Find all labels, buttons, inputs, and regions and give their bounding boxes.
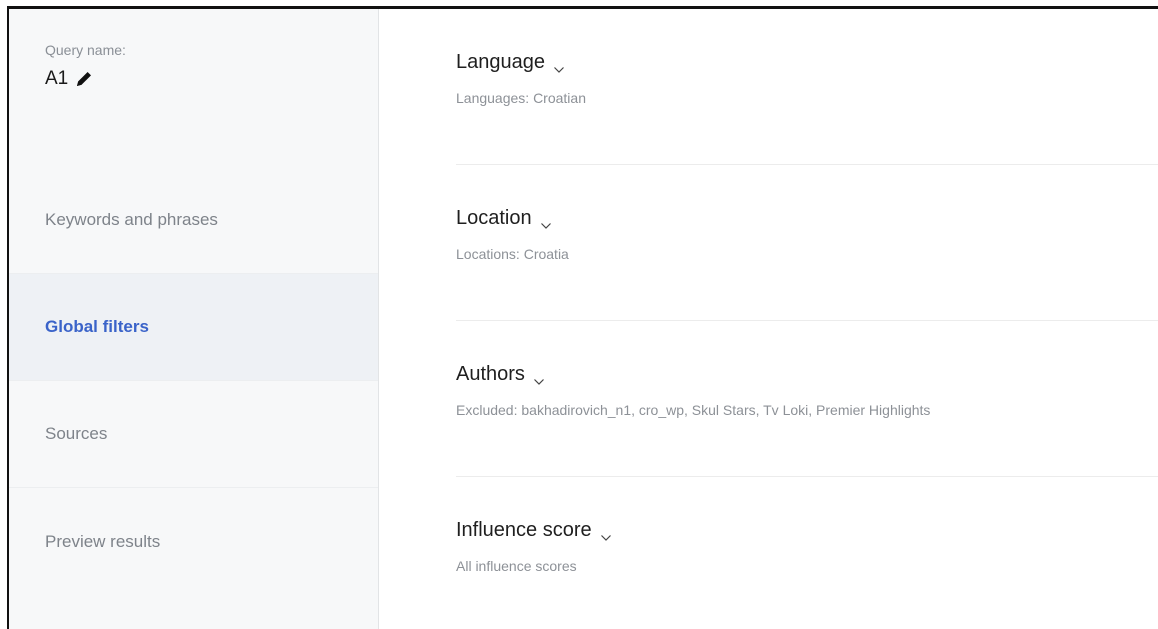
filter-title: Influence score: [456, 519, 592, 541]
sidebar-item-label: Sources: [45, 424, 108, 443]
filters-panel: Language Languages: Croatian Location Lo…: [379, 9, 1158, 629]
sidebar-item-label: Preview results: [45, 531, 161, 551]
sidebar-item-preview-results[interactable]: Preview results: [9, 488, 378, 595]
sidebar-item-sources[interactable]: Sources: [9, 381, 378, 488]
filter-title: Location: [456, 207, 532, 229]
filter-summary: Languages: Croatian: [456, 90, 586, 106]
filter-header-language[interactable]: Language: [456, 51, 1158, 74]
sidebar: Query name: A1 Keywords and phrases Glob…: [9, 9, 379, 629]
sidebar-item-label: Keywords and phrases: [45, 210, 218, 229]
query-name-row: A1: [45, 68, 378, 90]
query-name-value: A1: [45, 68, 69, 89]
filter-title: Language: [456, 51, 545, 73]
query-name-block: Query name: A1: [9, 9, 378, 167]
filter-header-authors[interactable]: Authors: [456, 363, 1158, 386]
filter-header-location[interactable]: Location: [456, 207, 1158, 230]
filter-section-language: Language Languages: Croatian: [456, 9, 1158, 165]
chevron-down-icon[interactable]: [600, 529, 612, 541]
query-name-label: Query name:: [45, 42, 126, 58]
pencil-icon[interactable]: [74, 69, 94, 89]
app-frame: Query name: A1 Keywords and phrases Glob…: [7, 6, 1158, 629]
filter-section-influence-score: Influence score All influence scores: [456, 477, 1158, 629]
sidebar-item-keywords-and-phrases[interactable]: Keywords and phrases: [9, 167, 378, 274]
filter-section-authors: Authors Excluded: bakhadirovich_n1, cro_…: [456, 321, 1158, 477]
sidebar-item-label: Global filters: [45, 317, 149, 336]
sidebar-item-global-filters[interactable]: Global filters: [9, 274, 378, 381]
filter-header-influence-score[interactable]: Influence score: [456, 519, 1158, 542]
filter-summary: Locations: Croatia: [456, 246, 569, 262]
chevron-down-icon[interactable]: [553, 61, 565, 73]
filter-summary: All influence scores: [456, 558, 577, 574]
filter-section-location: Location Locations: Croatia: [456, 165, 1158, 321]
chevron-down-icon[interactable]: [540, 217, 552, 229]
filter-summary: Excluded: bakhadirovich_n1, cro_wp, Skul…: [456, 402, 931, 418]
chevron-down-icon[interactable]: [533, 373, 545, 385]
filter-title: Authors: [456, 363, 525, 385]
